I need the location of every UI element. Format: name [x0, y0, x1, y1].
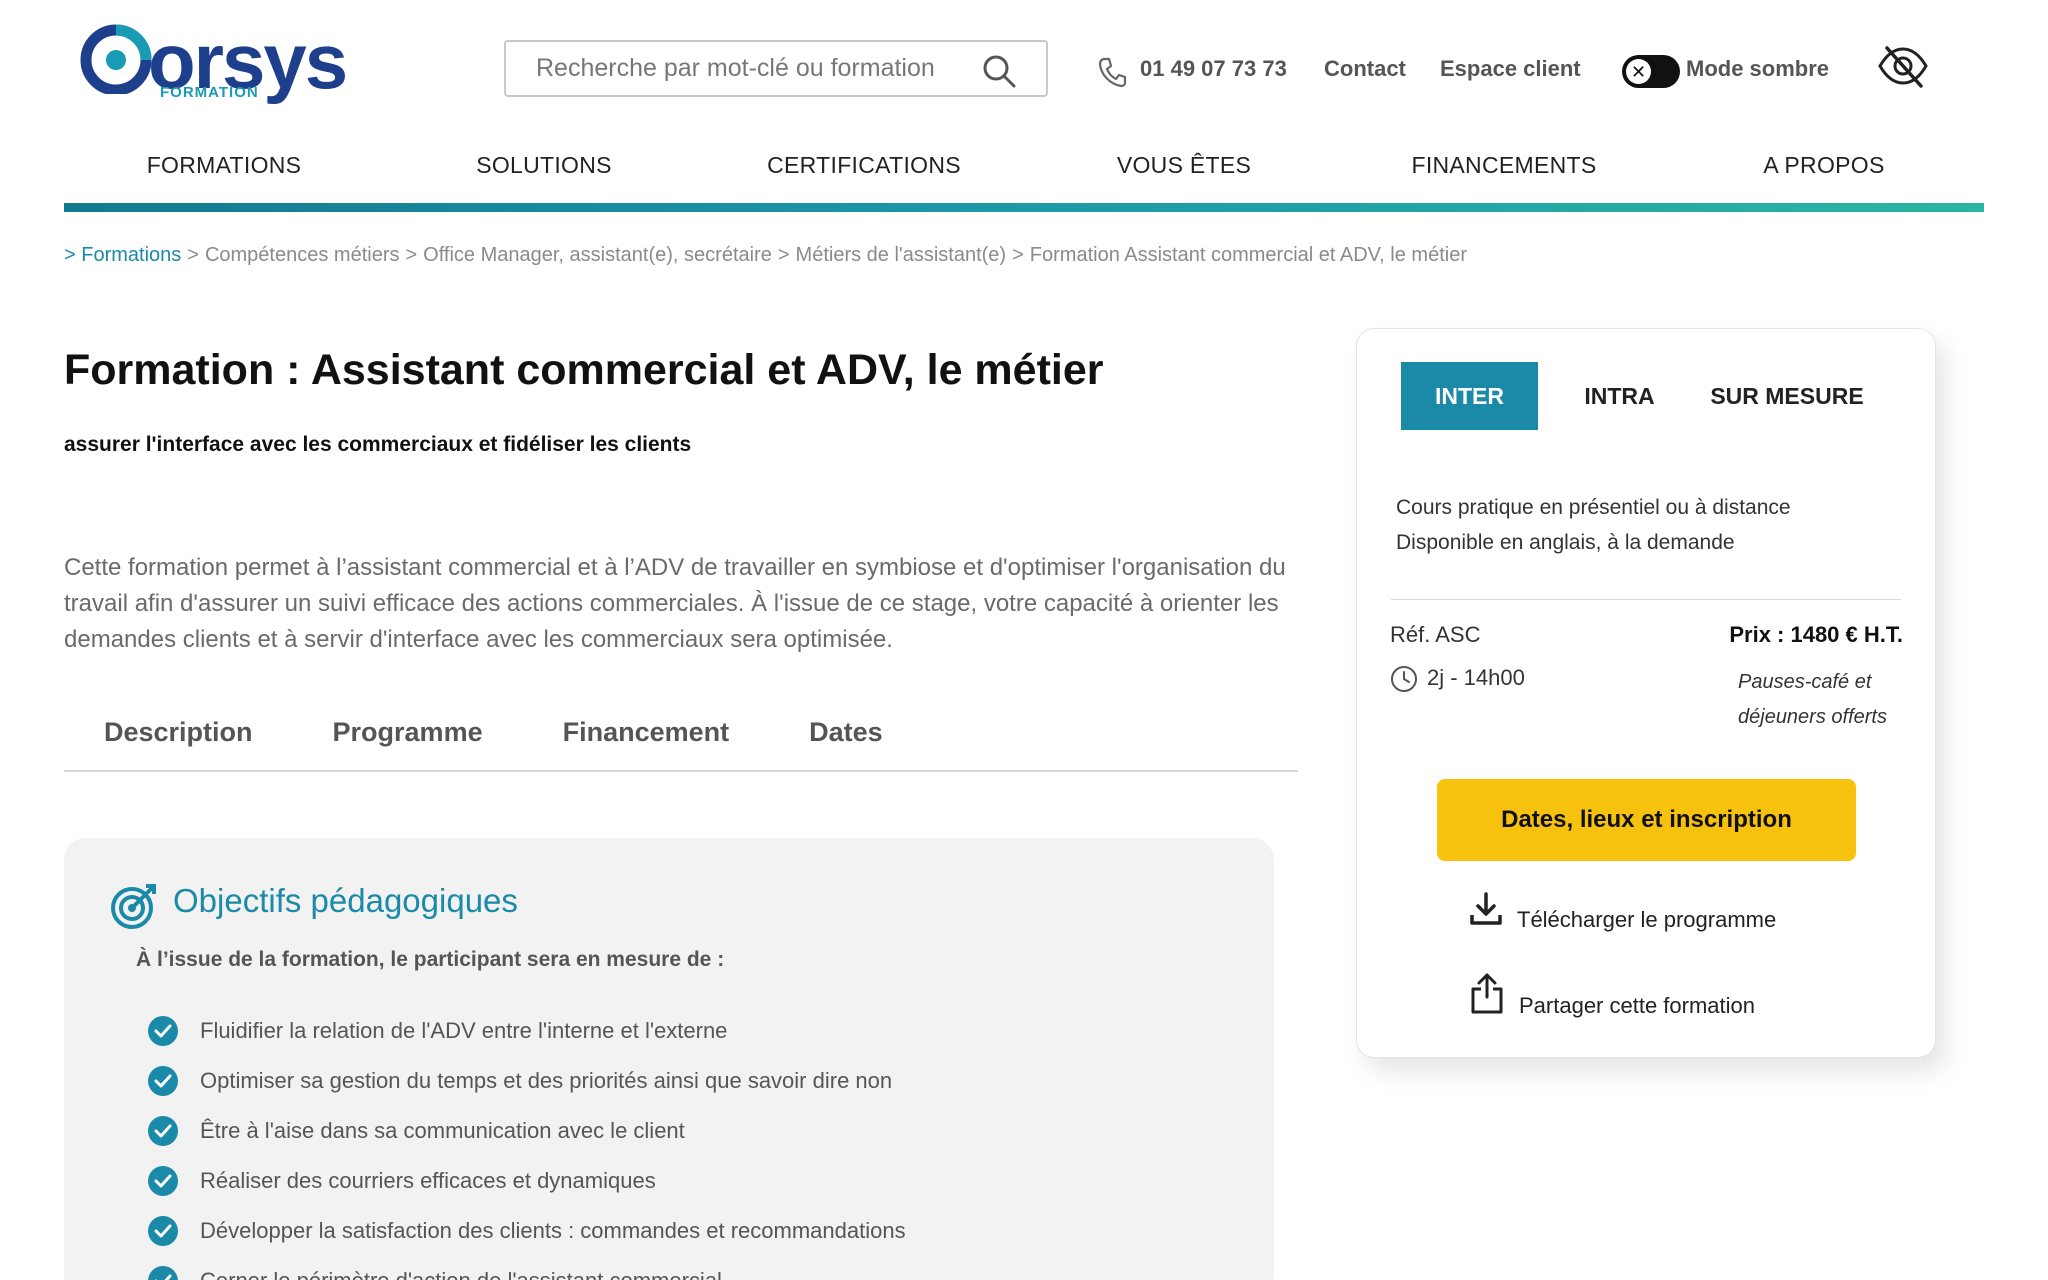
tab-intra[interactable]: INTRA	[1557, 362, 1682, 430]
orsys-logo-mark-icon	[80, 24, 152, 94]
check-icon	[148, 1016, 178, 1046]
dark-mode-label[interactable]: Mode sombre	[1686, 56, 1829, 82]
course-format-text: Cours pratique en présentiel ou à distan…	[1396, 496, 1791, 519]
breadcrumb: > Formations > Compétences métiers > Office …	[64, 244, 1467, 266]
objective-text: Fluidifier la relation de l'ADV entre l'…	[200, 1018, 728, 1043]
objectives-panel: Objectifs pédagogiques À l’issue de la f…	[64, 838, 1274, 1280]
breadcrumb-office-manager[interactable]: Office Manager, assistant(e), secrétaire	[423, 244, 772, 266]
breadcrumb-formations[interactable]: > Formations	[64, 244, 181, 266]
nav-financements[interactable]: FINANCEMENTS	[1344, 150, 1664, 210]
objectives-lead: À l’issue de la formation, le participan…	[136, 948, 725, 971]
clock-icon	[1391, 666, 1417, 692]
eye-slash-icon[interactable]	[1877, 44, 1929, 88]
check-icon	[148, 1166, 178, 1196]
content-tabs: Description Programme Financement Dates	[64, 710, 1298, 772]
breadcrumb-current: Formation Assistant commercial et ADV, l…	[1029, 244, 1467, 266]
list-item: Être à l'aise dans sa communication avec…	[148, 1106, 906, 1156]
download-icon[interactable]	[1469, 891, 1503, 927]
page-subtitle: assurer l'interface avec les commerciaux…	[64, 433, 692, 456]
course-card: INTER INTRA SUR MESURE Cours pratique en…	[1356, 328, 1936, 1058]
tab-description[interactable]: Description	[104, 710, 253, 770]
breadcrumb-metiers[interactable]: Métiers de l'assistant(e)	[796, 244, 1007, 266]
divider	[1391, 599, 1901, 600]
phone-number[interactable]: 01 49 07 73 73	[1140, 56, 1287, 82]
page-title: Formation : Assistant commercial et ADV,…	[64, 346, 1104, 394]
nav-a-propos[interactable]: A PROPOS	[1664, 150, 1984, 210]
dark-mode-toggle[interactable]: ✕	[1622, 55, 1680, 88]
tab-inter[interactable]: INTER	[1401, 362, 1538, 430]
search-box[interactable]	[504, 40, 1048, 97]
target-icon	[111, 884, 156, 929]
tab-financement[interactable]: Financement	[563, 710, 730, 770]
tab-dates[interactable]: Dates	[809, 710, 883, 770]
list-item: Optimiser sa gestion du temps et des pri…	[148, 1056, 906, 1106]
main-nav: FORMATIONS SOLUTIONS CERTIFICATIONS VOUS…	[64, 150, 1984, 210]
tab-sur-mesure[interactable]: SUR MESURE	[1702, 362, 1872, 430]
check-icon	[148, 1066, 178, 1096]
objective-text: Être à l'aise dans sa communication avec…	[200, 1118, 685, 1143]
course-pauses: Pauses-café et déjeuners offerts	[1738, 671, 1887, 728]
dates-inscription-button[interactable]: Dates, lieux et inscription	[1437, 779, 1856, 861]
search-input[interactable]	[506, 54, 976, 83]
share-course-link[interactable]: Partager cette formation	[1519, 993, 1755, 1019]
check-icon	[148, 1266, 178, 1280]
objective-text: Cerner le périmètre d'action de l'assist…	[200, 1268, 722, 1280]
nav-solutions[interactable]: SOLUTIONS	[384, 150, 704, 210]
course-language-text: Disponible en anglais, à la demande	[1396, 531, 1735, 554]
nav-certifications[interactable]: CERTIFICATIONS	[704, 150, 1024, 210]
objectives-list: Fluidifier la relation de l'ADV entre l'…	[148, 1006, 906, 1280]
breadcrumb-competences[interactable]: Compétences métiers	[205, 244, 400, 266]
share-icon[interactable]	[1469, 971, 1505, 1015]
objective-text: Réaliser des courriers efficaces et dyna…	[200, 1168, 656, 1193]
list-item: Réaliser des courriers efficaces et dyna…	[148, 1156, 906, 1206]
check-icon	[148, 1216, 178, 1246]
phone-icon	[1098, 57, 1127, 88]
contact-link[interactable]: Contact	[1324, 56, 1406, 82]
objective-text: Optimiser sa gestion du temps et des pri…	[200, 1068, 893, 1093]
intro-text: Cette formation permet à l’assistant com…	[64, 554, 1286, 653]
list-item: Cerner le périmètre d'action de l'assist…	[148, 1256, 906, 1280]
objective-text: Développer la satisfaction des clients :…	[200, 1218, 906, 1243]
download-program-link[interactable]: Télécharger le programme	[1517, 907, 1776, 933]
toggle-off-icon: ✕	[1626, 59, 1651, 84]
objectives-title: Objectifs pédagogiques	[173, 882, 518, 919]
list-item: Développer la satisfaction des clients :…	[148, 1206, 906, 1256]
nav-vous-etes[interactable]: VOUS ÊTES	[1024, 150, 1344, 210]
course-duration: 2j - 14h00	[1427, 665, 1525, 690]
nav-accent-bar	[64, 203, 1984, 212]
list-item: Fluidifier la relation de l'ADV entre l'…	[148, 1006, 906, 1056]
course-reference: Réf. ASC	[1390, 622, 1481, 647]
logo-subtitle: FORMATION	[160, 84, 259, 101]
search-icon[interactable]	[982, 54, 1016, 88]
course-price: Prix : 1480 € H.T.	[1729, 622, 1903, 647]
tab-programme[interactable]: Programme	[333, 710, 483, 770]
check-icon	[148, 1116, 178, 1146]
nav-formations[interactable]: FORMATIONS	[64, 150, 384, 210]
espace-client-link[interactable]: Espace client	[1440, 56, 1581, 82]
